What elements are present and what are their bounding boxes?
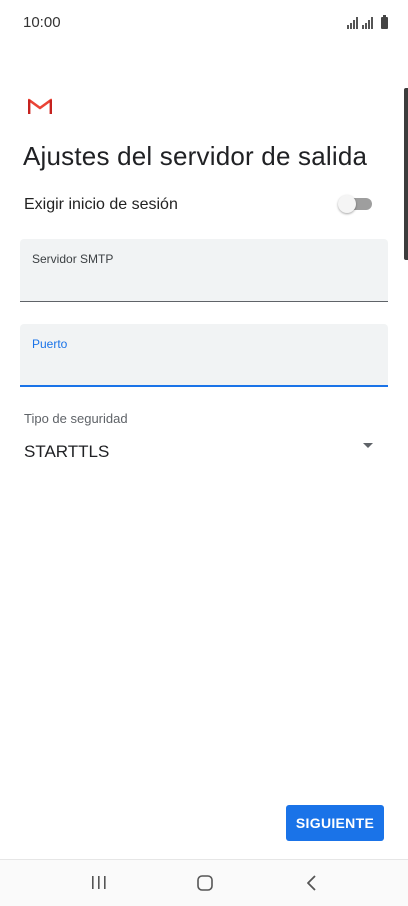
signal-icon <box>362 17 373 29</box>
gmail-icon <box>28 98 52 114</box>
security-type-label: Tipo de seguridad <box>24 411 128 426</box>
status-icons <box>347 15 388 29</box>
require-login-toggle[interactable] <box>338 195 372 213</box>
port-field[interactable]: Puerto <box>20 324 388 387</box>
port-label: Puerto <box>32 337 68 351</box>
smtp-server-label: Servidor SMTP <box>32 252 114 266</box>
smtp-server-input[interactable] <box>32 273 372 295</box>
port-input[interactable] <box>32 358 372 380</box>
back-icon <box>307 875 316 891</box>
next-button[interactable]: SIGUIENTE <box>286 805 384 841</box>
recent-apps-icon <box>92 876 106 889</box>
smtp-server-field[interactable]: Servidor SMTP <box>20 239 388 302</box>
status-bar: 10:00 <box>0 0 408 48</box>
home-button[interactable] <box>175 860 235 906</box>
require-login-row[interactable]: Exigir inicio de sesión <box>24 195 376 217</box>
page-title: Ajustes del servidor de salida <box>23 141 368 171</box>
require-login-label: Exigir inicio de sesión <box>24 196 178 213</box>
security-type-value: STARTTLS <box>24 442 110 461</box>
battery-icon <box>381 15 388 29</box>
dropdown-arrow-icon <box>363 443 373 448</box>
toggle-thumb <box>338 195 356 213</box>
navigation-bar <box>0 859 408 906</box>
signal-icon <box>347 17 358 29</box>
status-time: 10:00 <box>23 14 61 31</box>
home-icon <box>197 875 213 891</box>
recent-apps-button[interactable] <box>69 860 129 906</box>
security-type-dropdown[interactable]: STARTTLS <box>20 438 388 466</box>
scroll-indicator[interactable] <box>404 88 408 260</box>
back-button[interactable] <box>282 860 342 906</box>
